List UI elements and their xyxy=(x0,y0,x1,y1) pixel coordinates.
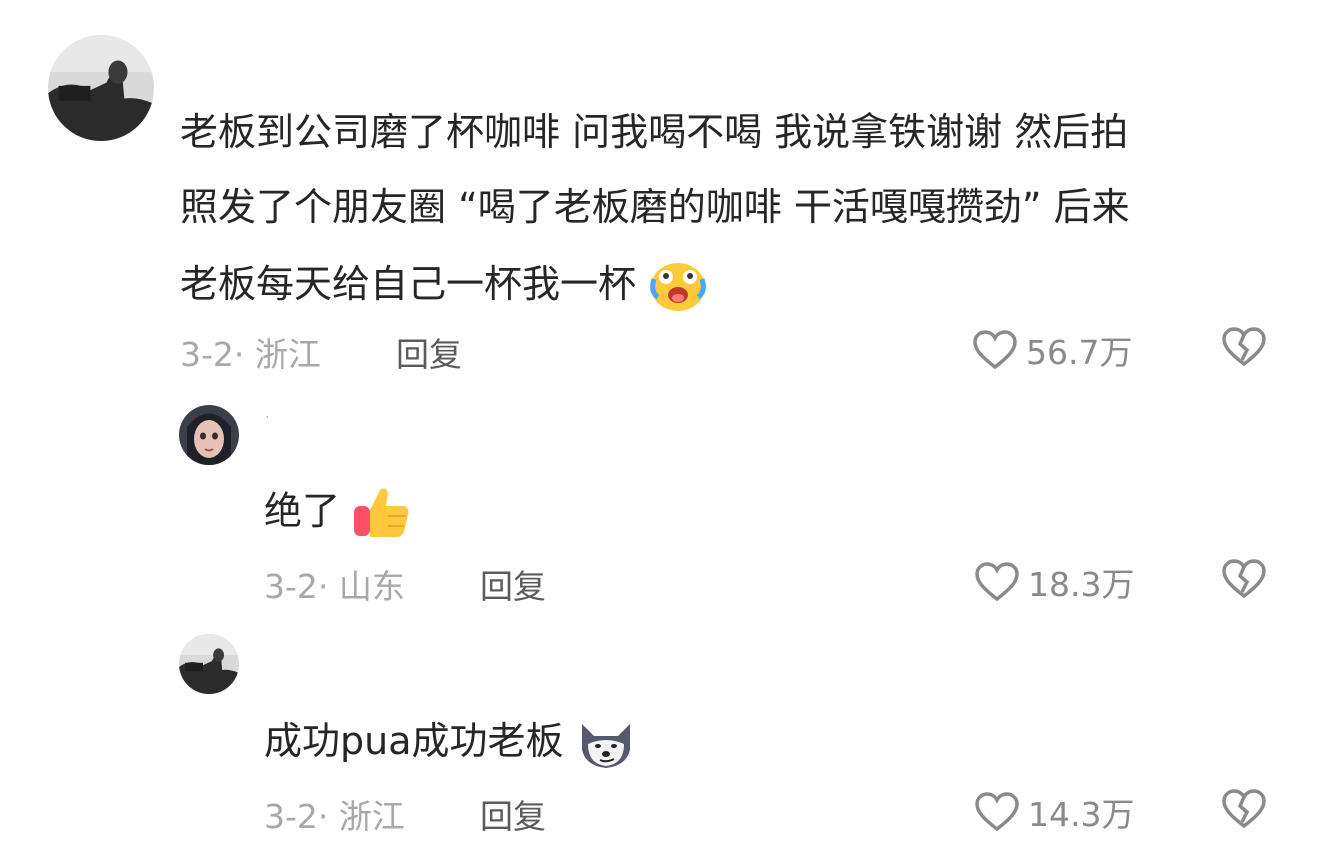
avatar-photo-icon xyxy=(179,405,239,465)
like-button[interactable]: 18.3万 xyxy=(974,558,1134,606)
comment-line: 老板每天给自己一杯我一杯 xyxy=(180,262,637,306)
comment-line: 照发了个朋友圈 “喝了老板磨的咖啡 干活嘎嘎攒劲” 后来 xyxy=(180,185,1130,229)
avatar[interactable] xyxy=(179,405,239,465)
broken-heart-icon[interactable] xyxy=(1221,788,1267,830)
heart-icon xyxy=(973,330,1017,370)
thumbs-up-emoji xyxy=(354,488,409,537)
comment-meta: 3-2· 浙江 xyxy=(180,335,321,374)
reply-button[interactable]: 回复 xyxy=(480,790,546,838)
comment-line: 绝了 xyxy=(264,489,341,533)
wolf-emoji xyxy=(581,723,630,768)
comment-line: 成功pua成功老板 xyxy=(264,719,564,763)
like-count: 14.3万 xyxy=(1028,795,1135,834)
reply-button[interactable]: 回复 xyxy=(396,328,462,376)
comment-line-with-emoji: 老板每天给自己一杯我一杯 xyxy=(180,245,1130,322)
comment-meta: 3-2· 山东 xyxy=(264,567,405,606)
heart-icon xyxy=(975,792,1019,832)
broken-heart-icon[interactable] xyxy=(1221,558,1267,600)
like-count: 56.7万 xyxy=(1026,333,1133,372)
comment-meta: 3-2· 浙江 xyxy=(264,797,405,836)
reply-button[interactable]: 回复 xyxy=(480,560,546,608)
like-button[interactable]: 14.3万 xyxy=(974,788,1134,836)
heart-icon xyxy=(975,562,1019,602)
like-count: 18.3万 xyxy=(1028,565,1135,604)
comment-body: 成功pua成功老板 xyxy=(264,702,636,779)
comment-body: 老板到公司磨了杯咖啡 问我喝不喝 我说拿铁谢谢 然后拍 照发了个朋友圈 “喝了老… xyxy=(180,95,1130,322)
avatar[interactable] xyxy=(48,35,154,141)
comment-line: 老板到公司磨了杯咖啡 问我喝不喝 我说拿铁谢谢 然后拍 xyxy=(180,110,1129,154)
crying-laughing-emoji xyxy=(650,262,706,311)
like-button[interactable]: 56.7万 xyxy=(972,326,1132,374)
username: · xyxy=(265,410,270,426)
avatar-photo-icon xyxy=(48,35,154,141)
avatar[interactable] xyxy=(179,634,239,694)
avatar-photo-icon xyxy=(179,634,239,694)
broken-heart-icon[interactable] xyxy=(1221,326,1267,368)
comment-body: 绝了 xyxy=(264,472,412,549)
